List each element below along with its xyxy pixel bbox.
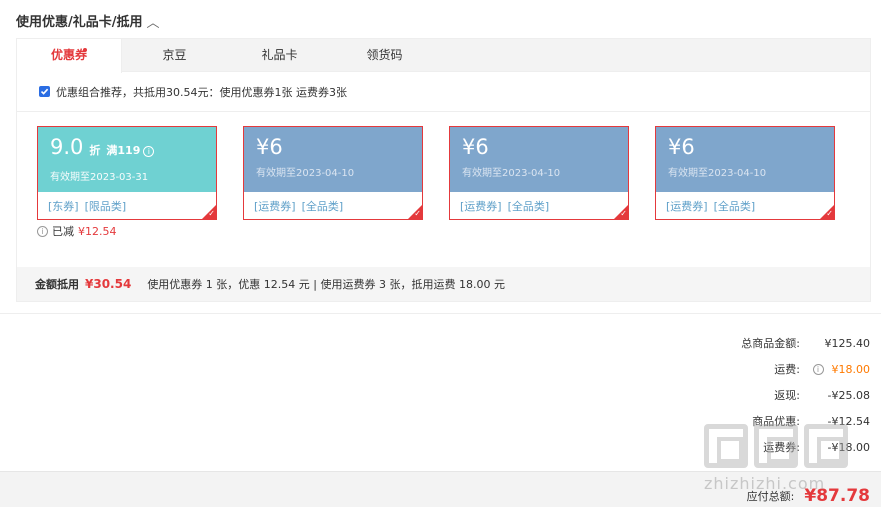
coupon-tag: [全品类] [713,200,756,213]
new-dot-indicator [83,48,87,52]
summary-amount: ¥30.54 [85,277,132,291]
summary-detail: 使用优惠券 1 张，优惠 12.54 元 | 使用运费券 3 张，抵用运费 18… [147,278,505,291]
divider [0,313,881,314]
payable-total: 应付总额: ¥87.78 [746,486,870,506]
tab-coupons[interactable]: 优惠券 [17,39,122,73]
coupon-unit: 折 [89,144,101,157]
coupon-tag: [运费券] [254,200,296,213]
coupon-tag: [限品类] [84,200,127,213]
check-icon: ✓ [414,209,421,218]
coupon-tag: [运费券] [460,200,502,213]
coupon-value: ¥6 [256,135,283,159]
coupon-value: ¥6 [668,135,695,159]
coupon-tag: [运费券] [666,200,708,213]
total-row: 总商品金额: ¥125.40 [741,336,870,351]
check-icon: ✓ [620,209,627,218]
coupon-card[interactable]: ¥6 有效期至2023-04-10 [运费券] [全品类] ✓ [449,126,629,220]
recommend-text: 优惠组合推荐，共抵用30.54元：使用优惠券1张 运费券3张 [56,85,347,99]
check-icon [40,88,49,95]
summary-label: 金额抵用 [35,278,79,291]
section-header[interactable]: 使用优惠/礼品卡/抵用 ︿ [16,11,160,31]
coupon-expiry: 有效期至2023-04-10 [668,168,767,179]
recommend-checkbox[interactable] [39,86,50,97]
coupon-value: 9.0 [50,135,84,159]
check-icon: ✓ [208,209,215,218]
tab-bar: 优惠券 京豆 礼品卡 领货码 [17,39,870,73]
coupon-expiry: 有效期至2023-04-10 [462,168,561,179]
coupon-condition: 满119 [106,144,141,157]
section-title: 使用优惠/礼品卡/抵用 [16,15,143,30]
tab-gift-card[interactable]: 礼品卡 [227,39,332,71]
info-icon[interactable]: i [143,145,155,157]
total-row: 返现: -¥25.08 [774,388,870,403]
coupon-expiry: 有效期至2023-04-10 [256,168,355,179]
tab-redeem-code[interactable]: 领货码 [332,39,437,71]
tab-jingdou[interactable]: 京豆 [122,39,227,71]
coupon-card[interactable]: ¥6 有效期至2023-04-10 [运费券] [全品类] ✓ [655,126,835,220]
total-row: 运费券: -¥18.00 [763,440,870,455]
info-icon[interactable]: i [37,225,48,237]
total-row: 商品优惠: -¥12.54 [752,414,870,429]
coupon-expiry: 有效期至2023-03-31 [50,172,149,183]
chevron-up-icon[interactable]: ︿ [147,12,160,31]
check-icon: ✓ [826,209,833,218]
discount-summary: 金额抵用 ¥30.54 使用优惠券 1 张，优惠 12.54 元 | 使用运费券… [17,267,870,301]
order-totals: 总商品金额: ¥125.40 运费: i ¥18.00 返现: -¥25.08 … [670,330,870,460]
coupon-panel: 优惠券 京豆 礼品卡 领货码 优惠组合推荐，共抵用30.54元：使用优惠券1张 … [16,38,871,302]
coupon-card[interactable]: ¥6 有效期至2023-04-10 [运费券] [全品类] ✓ [243,126,423,220]
info-icon[interactable]: i [812,363,824,375]
recommend-row: 优惠组合推荐，共抵用30.54元：使用优惠券1张 运费券3张 [17,72,870,112]
coupon-tag: [全品类] [301,200,344,213]
coupon-card[interactable]: 9.0 折 满119 i 有效期至2023-03-31 [东券] [限品类] ✓ [37,126,217,220]
coupon-tag: [东券] [48,200,79,213]
coupon-value: ¥6 [462,135,489,159]
total-row: 运费: i ¥18.00 [774,362,870,377]
coupon-tag: [全品类] [507,200,550,213]
coupon-list: 9.0 折 满119 i 有效期至2023-03-31 [东券] [限品类] ✓… [17,112,870,262]
saved-amount: i 已减 ¥12.54 [37,223,117,239]
